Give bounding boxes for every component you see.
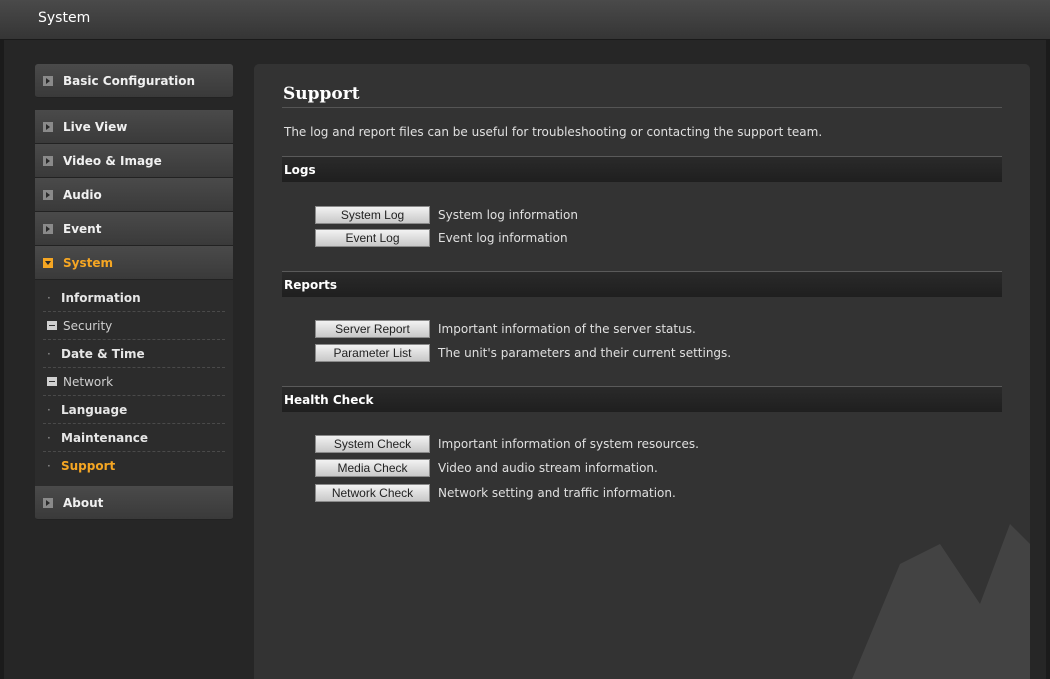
subnav-item-label: Date & Time xyxy=(61,346,145,361)
subnav-item-information[interactable]: · Information xyxy=(43,284,225,312)
row-system-log: System Log System log information xyxy=(315,205,578,225)
expand-arrow-icon xyxy=(43,121,53,132)
sidebar-item-about[interactable]: About xyxy=(35,486,233,520)
bullet-icon: · xyxy=(47,459,51,473)
row-description: Video and audio stream information. xyxy=(438,461,658,475)
sidebar-item-audio[interactable]: Audio xyxy=(35,178,233,212)
collapse-arrow-icon xyxy=(43,257,53,268)
event-log-button[interactable]: Event Log xyxy=(315,229,430,247)
system-check-button[interactable]: System Check xyxy=(315,435,430,453)
sidebar-item-basic-configuration[interactable]: Basic Configuration xyxy=(35,64,233,98)
subnav-item-security[interactable]: Security xyxy=(43,312,225,340)
row-description: Important information of system resource… xyxy=(438,437,699,451)
row-parameter-list: Parameter List The unit's parameters and… xyxy=(315,343,731,363)
subnav-item-label: Maintenance xyxy=(61,430,149,445)
system-subnav: · Information Security · Date & Time Net… xyxy=(35,280,233,486)
page-title: Support xyxy=(283,84,360,104)
bullet-icon: · xyxy=(47,402,51,417)
sidebar-item-label: Video & Image xyxy=(63,153,162,168)
sidebar-item-label: System xyxy=(63,255,113,270)
title-divider xyxy=(282,107,1002,108)
row-description: Important information of the server stat… xyxy=(438,322,696,336)
subnav-item-label: Network xyxy=(63,374,114,389)
sidebar: Basic Configuration Live View Video & Im… xyxy=(35,64,233,520)
expand-arrow-icon xyxy=(43,155,53,166)
expand-arrow-icon xyxy=(43,75,53,86)
expand-arrow-icon xyxy=(43,189,53,200)
row-description: System log information xyxy=(438,208,578,222)
sidebar-item-label: Basic Configuration xyxy=(63,73,196,88)
subnav-item-label: Security xyxy=(63,318,113,333)
media-check-button[interactable]: Media Check xyxy=(315,459,430,477)
sidebar-item-event[interactable]: Event xyxy=(35,212,233,246)
section-header-reports: Reports xyxy=(282,271,1002,297)
row-media-check: Media Check Video and audio stream infor… xyxy=(315,458,658,478)
server-report-button[interactable]: Server Report xyxy=(315,320,430,338)
sidebar-item-system[interactable]: System xyxy=(35,246,233,280)
top-bar-title: System xyxy=(38,10,91,26)
subnav-item-maintenance[interactable]: · Maintenance xyxy=(43,424,225,452)
sidebar-item-live-view[interactable]: Live View xyxy=(35,110,233,144)
window-frame-left xyxy=(0,0,4,679)
expand-box-icon xyxy=(47,377,57,386)
sidebar-item-label: Live View xyxy=(63,119,128,134)
row-network-check: Network Check Network setting and traffi… xyxy=(315,483,676,503)
expand-arrow-icon xyxy=(43,223,53,234)
section-header-health-check: Health Check xyxy=(282,386,1002,412)
network-check-button[interactable]: Network Check xyxy=(315,484,430,502)
main-panel: Support The log and report files can be … xyxy=(254,64,1030,679)
bullet-icon: · xyxy=(47,346,51,361)
subnav-item-language[interactable]: · Language xyxy=(43,396,225,424)
subnav-item-label: Language xyxy=(61,402,128,417)
subnav-item-date-time[interactable]: · Date & Time xyxy=(43,340,225,368)
bullet-icon: · xyxy=(47,290,51,305)
watermark-logo-icon xyxy=(852,524,1030,679)
row-event-log: Event Log Event log information xyxy=(315,228,568,248)
row-description: Event log information xyxy=(438,231,568,245)
expand-arrow-icon xyxy=(43,497,53,508)
row-system-check: System Check Important information of sy… xyxy=(315,434,699,454)
top-bar: System xyxy=(0,0,1050,40)
sidebar-item-label: About xyxy=(63,495,104,510)
sidebar-item-label: Event xyxy=(63,221,102,236)
intro-text: The log and report files can be useful f… xyxy=(284,125,823,139)
row-description: Network setting and traffic information. xyxy=(438,486,676,500)
system-log-button[interactable]: System Log xyxy=(315,206,430,224)
subnav-item-label: Support xyxy=(61,459,116,473)
sidebar-item-video-image[interactable]: Video & Image xyxy=(35,144,233,178)
parameter-list-button[interactable]: Parameter List xyxy=(315,344,430,362)
sidebar-item-label: Audio xyxy=(63,187,102,202)
expand-box-icon xyxy=(47,321,57,330)
bullet-icon: · xyxy=(47,430,51,445)
subnav-item-label: Information xyxy=(61,290,141,305)
row-description: The unit's parameters and their current … xyxy=(438,346,732,360)
row-server-report: Server Report Important information of t… xyxy=(315,319,696,339)
subnav-item-network[interactable]: Network xyxy=(43,368,225,396)
window-frame-right xyxy=(1046,0,1050,679)
section-header-logs: Logs xyxy=(282,156,1002,182)
subnav-item-support[interactable]: · Support xyxy=(43,452,225,480)
